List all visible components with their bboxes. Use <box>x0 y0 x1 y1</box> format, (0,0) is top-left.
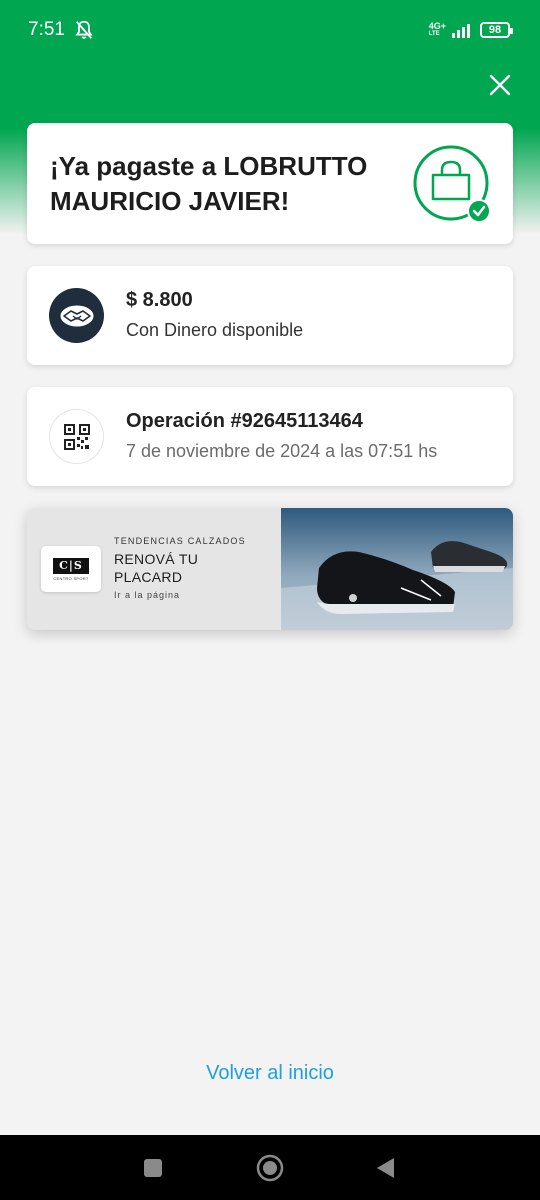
sneaker-product-image <box>281 508 513 630</box>
handshake-icon <box>59 304 94 327</box>
shopping-bag-check-icon <box>413 145 491 223</box>
system-nav-bar <box>0 1135 540 1200</box>
network-indicator: 4G+ LTE <box>429 22 446 38</box>
network-subtype: LTE <box>428 31 440 37</box>
home-circle-icon <box>256 1154 284 1182</box>
square-icon <box>144 1159 162 1177</box>
home-button[interactable] <box>256 1154 284 1182</box>
close-button[interactable] <box>488 73 512 97</box>
operation-avatar <box>49 409 104 464</box>
payment-amount-card: $ 8.800 Con Dinero disponible <box>27 266 513 365</box>
network-type: 4G+ <box>428 21 446 31</box>
ad-link[interactable]: Ir a la página <box>114 590 180 600</box>
qr-code-icon <box>63 423 90 450</box>
payment-amount: $ 8.800 <box>126 289 193 311</box>
ad-title: RENOVÁ TU PLACARD <box>114 551 199 585</box>
success-title: ¡Ya pagaste a LOBRUTTO MAURICIO JAVIER! <box>50 151 368 216</box>
payment-method-avatar <box>49 288 104 343</box>
battery-icon: 98 <box>480 22 513 38</box>
back-triangle-icon <box>377 1158 394 1178</box>
status-bar: 7:51 4G+ LTE 98 <box>0 0 540 60</box>
operation-number: Operación #92645113464 <box>126 410 363 432</box>
brand-logo-mark: C|S <box>53 557 89 574</box>
status-right: 4G+ LTE 98 <box>429 22 513 38</box>
close-icon <box>489 74 511 96</box>
ad-kicker: TENDENCIAS CALZADOS <box>114 536 246 546</box>
payment-success-card: ¡Ya pagaste a LOBRUTTO MAURICIO JAVIER! <box>27 123 513 244</box>
back-button[interactable] <box>375 1157 397 1179</box>
ad-banner[interactable]: C|S CENTRO SPORT TENDENCIAS CALZADOS REN… <box>27 508 513 630</box>
brand-logo: C|S CENTRO SPORT <box>41 546 101 592</box>
operation-date: 7 de noviembre de 2024 a las 07:51 hs <box>126 441 438 461</box>
brand-logo-subtext: CENTRO SPORT <box>53 575 89 581</box>
muted-bell-icon <box>75 20 93 39</box>
payment-method: Con Dinero disponible <box>126 320 304 340</box>
operation-card[interactable]: Operación #92645113464 7 de noviembre de… <box>27 387 513 486</box>
signal-icon <box>452 24 470 38</box>
battery-level: 98 <box>488 24 502 36</box>
recents-button[interactable] <box>143 1158 163 1178</box>
back-home-link[interactable]: Volver al inicio <box>0 1062 540 1085</box>
status-time: 7:51 <box>28 19 65 40</box>
status-left: 7:51 <box>28 19 95 41</box>
